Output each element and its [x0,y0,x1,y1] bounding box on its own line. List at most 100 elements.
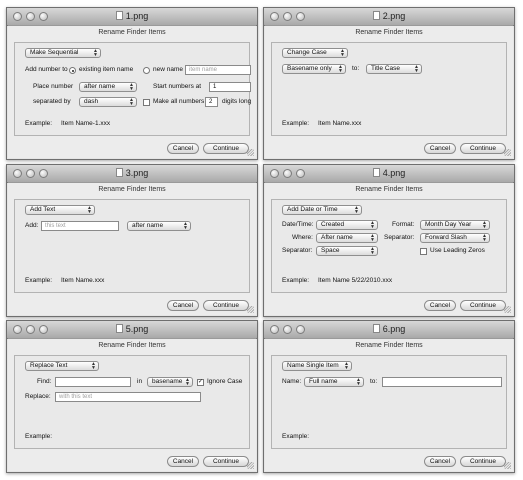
case-select-value: Title Case [371,65,401,72]
mode-select-value: Add Text [30,206,56,213]
resize-grip-icon[interactable] [504,306,511,313]
replace-label: Replace: [25,393,51,400]
to-label: to: [370,378,378,385]
existing-item-name-label: existing item name [79,66,134,73]
continue-button[interactable]: Continue [203,143,249,154]
title-bar[interactable]: 6.png [264,321,514,339]
separator-value: Space [321,247,340,254]
add-text-input[interactable]: this text [41,221,119,231]
window-title: 2.png [264,11,514,21]
cancel-button[interactable]: Cancel [424,300,456,311]
date-time-select[interactable]: Created ▲ ▼ [316,220,378,230]
resize-grip-icon[interactable] [247,462,254,469]
position-select-value: after name [132,222,164,229]
options-panel: Name Single Item ▲ ▼ Name: Full name ▲ ▼ to:… [271,355,507,449]
case-select[interactable]: Title Case ▲ ▼ [366,64,422,74]
cancel-button[interactable]: Cancel [167,143,199,154]
separator2-select[interactable]: Forward Slash ▲ ▼ [420,233,490,243]
replace-input[interactable]: with this text [55,392,201,402]
example-value: Item Name 5/22/2010.xxx [318,277,393,284]
continue-button[interactable]: Continue [460,300,506,311]
ignore-case-checkbox[interactable]: ✓ [197,379,204,386]
format-value: Month Day Year [425,221,472,228]
dialog-title: Rename Finder Items [355,342,423,349]
continue-button[interactable]: Continue [460,143,506,154]
digits-input[interactable]: 2 [205,97,218,107]
window-1: 1.png Rename Finder Items Make Sequentia… [6,7,258,160]
separator2-value: Forward Slash [425,234,467,241]
continue-button[interactable]: Continue [460,456,506,467]
find-input[interactable] [55,377,131,387]
start-number-input[interactable]: 1 [209,82,251,92]
resize-grip-icon[interactable] [247,306,254,313]
document-icon [115,324,123,333]
mode-select[interactable]: Add Text ▲ ▼ [25,205,95,215]
mode-select[interactable]: Add Date or Time ▲ ▼ [282,205,362,215]
make-all-numbers-label: Make all numbers [153,98,205,105]
position-select[interactable]: after name ▲ ▼ [127,221,191,231]
title-bar[interactable]: 3.png [7,165,257,183]
cancel-button[interactable]: Cancel [167,456,199,467]
leading-zeros-checkbox[interactable] [420,248,427,255]
separator2-label: Separator: [384,234,415,241]
separator-select[interactable]: dash ▲ ▼ [79,97,137,107]
date-time-label: Date/Time: [282,221,314,228]
continue-button[interactable]: Continue [203,300,249,311]
existing-item-name-radio[interactable] [69,67,76,74]
example-label: Example: [282,120,310,127]
add-label: Add: [25,222,39,229]
name-select[interactable]: Full name ▲ ▼ [304,377,364,387]
add-number-to-label: Add number to [25,66,68,73]
updown-arrows-icon: ▲ ▼ [482,220,487,230]
mode-select[interactable]: Name Single Item ▲ ▼ [282,361,352,371]
window-title: 6.png [264,324,514,334]
resize-grip-icon[interactable] [504,462,511,469]
mode-select[interactable]: Change Case ▲ ▼ [282,48,348,58]
updown-arrows-icon: ▲ ▼ [344,361,349,371]
new-name-label: new name [153,66,183,73]
example-label: Example: [25,277,53,284]
cancel-button[interactable]: Cancel [424,456,456,467]
window-title: 3.png [7,168,257,178]
cancel-button[interactable]: Cancel [167,300,199,311]
window-title-text: 5.png [125,324,149,334]
title-bar[interactable]: 2.png [264,8,514,26]
updown-arrows-icon: ▲ ▼ [91,361,96,371]
where-label: Where: [292,234,313,241]
mode-select[interactable]: Make Sequential ▲ ▼ [25,48,101,58]
new-name-radio[interactable] [143,67,150,74]
document-icon [372,168,380,177]
where-select[interactable]: After name ▲ ▼ [316,233,378,243]
updown-arrows-icon: ▲ ▼ [183,221,188,231]
target-select-value: Basename only [287,65,332,72]
resize-grip-icon[interactable] [504,149,511,156]
window-title-text: 1.png [125,11,149,21]
scope-select[interactable]: basename only▲▼ [147,377,193,387]
options-panel: Add Date or Time ▲ ▼ Date/Time: Created ▲ ▼ … [271,199,507,293]
target-select[interactable]: Basename only ▲ ▼ [282,64,346,74]
in-label: in [137,378,143,385]
cancel-button[interactable]: Cancel [424,143,456,154]
options-panel: Replace Text▲▼ Find: in basename only▲▼ … [14,355,250,449]
separator-label: Separator: [282,247,313,254]
title-bar[interactable]: 4.png [264,165,514,183]
mode-select[interactable]: Replace Text ▲ ▼ [25,361,99,371]
window-5: 5.png Rename Finder Items Replace Text ▲ ▼… [6,320,258,473]
digits-long-label: digits long [222,98,252,105]
continue-button[interactable]: Continue [203,456,249,467]
title-bar[interactable]: 1.png [7,8,257,26]
new-name-input[interactable]: item name [185,65,251,75]
dialog-title: Rename Finder Items [355,29,423,36]
window-2: 2.png Rename Finder Items Change Case ▲ ▼ … [263,7,515,160]
title-bar[interactable]: 5.png [7,321,257,339]
separator-select[interactable]: Space ▲ ▼ [316,246,378,256]
format-select[interactable]: Month Day Year ▲ ▼ [420,220,490,230]
options-panel: Add Text ▲ ▼ Add: this text after name ▲ ▼ E… [14,199,250,293]
rename-sheet: Rename Finder Items Name Single Item ▲ ▼ N… [265,338,513,471]
place-number-select[interactable]: after name ▲ ▼ [79,82,137,92]
window-title-text: 4.png [382,168,406,178]
new-name-input[interactable] [382,377,502,387]
resize-grip-icon[interactable] [247,149,254,156]
make-all-numbers-checkbox[interactable] [143,99,150,106]
separated-by-label: separated by [33,98,71,105]
